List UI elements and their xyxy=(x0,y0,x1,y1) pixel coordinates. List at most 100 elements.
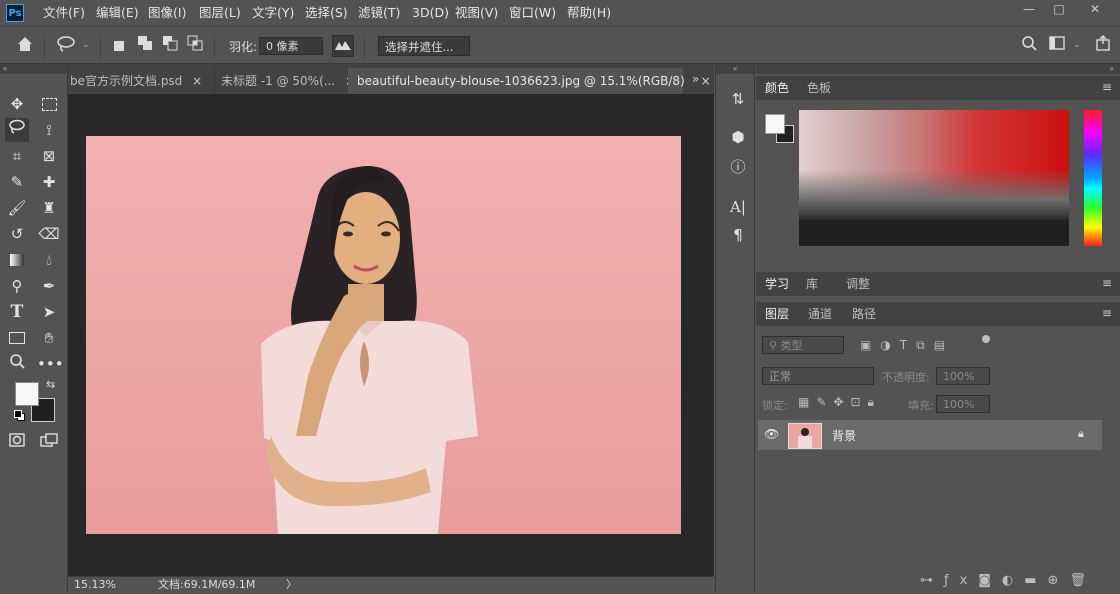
tab-untitled[interactable]: 未标题 -1 @ 50%(... × xyxy=(214,68,355,94)
quick-selection-tool-icon[interactable]: ⟟ xyxy=(37,118,61,142)
paragraph-icon[interactable]: ¶ xyxy=(727,224,749,246)
new-layer-icon: ⊕ xyxy=(1047,573,1070,588)
workspace-icon[interactable] xyxy=(1046,35,1068,57)
path-selection-tool-icon[interactable]: ➤ xyxy=(37,300,61,324)
default-colors-icon[interactable] xyxy=(14,410,25,421)
layer-filter-icons[interactable]: ▣◑T⧉▤ xyxy=(860,338,954,353)
menu-select[interactable]: 选择(S) xyxy=(305,4,348,22)
search-icon: ⚲ xyxy=(769,339,778,352)
frame-tool-icon[interactable]: ⊠ xyxy=(37,144,61,168)
document-image[interactable] xyxy=(86,136,681,534)
lasso-tool-preset-icon[interactable] xyxy=(56,35,78,57)
hand-tool-icon[interactable]: ✋︎ xyxy=(37,326,61,350)
zoom-level[interactable]: 15.13% xyxy=(74,577,116,593)
tab-libraries[interactable]: 库 xyxy=(806,273,818,295)
panel-menu-icon[interactable]: ≡ xyxy=(1102,306,1112,320)
screen-mode-icon[interactable] xyxy=(37,430,61,454)
menu-3d[interactable]: 3D(D) xyxy=(412,4,449,22)
tab-overflow-icon[interactable]: » xyxy=(692,72,699,86)
tab-color[interactable]: 颜色 xyxy=(765,77,789,99)
menu-edit[interactable]: 编辑(E) xyxy=(96,4,139,22)
type-tool-icon[interactable]: T xyxy=(5,300,29,324)
dodge-tool-icon[interactable]: ⚲ xyxy=(5,274,29,298)
menu-help[interactable]: 帮助(H) xyxy=(567,4,611,22)
brush-tool-icon[interactable]: 🖌︎ xyxy=(5,196,29,220)
collapse-icon[interactable]: « xyxy=(0,64,67,74)
layer-name[interactable]: 背景 xyxy=(832,427,856,444)
layer-filter-select[interactable]: ⚲ 类型 xyxy=(762,336,844,354)
fill-input[interactable]: 100% xyxy=(936,395,990,413)
subtract-selection-icon[interactable] xyxy=(159,35,181,57)
menu-filter[interactable]: 滤镜(T) xyxy=(358,4,400,22)
more-tools-icon[interactable]: ••• xyxy=(37,352,64,376)
character-icon[interactable]: A| xyxy=(727,196,749,218)
eraser-tool-icon[interactable]: ⌫ xyxy=(37,222,61,246)
close-window-button[interactable]: ✕ xyxy=(1080,2,1110,16)
lock-icon[interactable]: 🔒︎ xyxy=(1078,427,1084,441)
feather-input[interactable]: 0 像素 xyxy=(259,37,323,55)
gradient-tool-icon[interactable] xyxy=(5,248,29,272)
color-spectrum[interactable] xyxy=(799,110,1069,246)
lock-icons[interactable]: ▦✎✥⊡🔒︎ xyxy=(798,395,881,410)
marquee-tool-icon[interactable] xyxy=(37,92,61,116)
tab-document-psd[interactable]: be官方示例文档.psd × xyxy=(68,68,214,94)
collapse-icon[interactable]: « xyxy=(716,64,754,74)
tab-beauty-blouse-jpg[interactable]: beautiful-beauty-blouse-1036623.jpg @ 15… xyxy=(348,68,711,94)
share-icon[interactable] xyxy=(1092,35,1114,57)
3d-icon[interactable]: ⬢ xyxy=(727,126,749,148)
history-icon[interactable]: ⇅ xyxy=(727,88,749,110)
panel-menu-icon[interactable]: ≡ xyxy=(1102,276,1112,290)
collapse-icon[interactable]: » xyxy=(756,64,1120,74)
panel-menu-icon[interactable]: ≡ xyxy=(1102,80,1112,94)
select-and-mask-button[interactable]: 选择并遮住... xyxy=(378,36,470,56)
tab-channels[interactable]: 通道 xyxy=(808,303,832,325)
eyedropper-tool-icon[interactable]: ✎ xyxy=(5,170,29,194)
chevron-down-icon[interactable]: ⌄ xyxy=(1073,40,1081,50)
menu-view[interactable]: 视图(V) xyxy=(455,4,498,22)
status-menu-arrow[interactable]: 〉 xyxy=(286,577,297,593)
rectangle-tool-icon[interactable] xyxy=(5,326,29,350)
tab-layers[interactable]: 图层 xyxy=(765,303,789,325)
crop-tool-icon[interactable]: ⌗ xyxy=(5,144,29,168)
minimize-button[interactable]: — xyxy=(1014,2,1044,16)
add-selection-icon[interactable] xyxy=(134,35,156,57)
layer-actions[interactable]: ⊶ƒx◙◐▬⊕🗑︎ xyxy=(920,573,1097,588)
tab-paths[interactable]: 路径 xyxy=(852,303,876,325)
eye-icon[interactable]: 👁︎ xyxy=(764,427,779,441)
quick-mask-icon[interactable] xyxy=(5,430,29,454)
intersect-selection-icon[interactable] xyxy=(184,35,206,57)
blur-tool-icon[interactable]: 💧︎ xyxy=(37,248,61,272)
close-icon[interactable]: × xyxy=(701,74,711,88)
move-tool-icon[interactable]: ✥ xyxy=(5,92,29,116)
restore-button[interactable]: □ xyxy=(1044,2,1074,16)
tab-swatches[interactable]: 色板 xyxy=(807,77,831,99)
document-tabs: be官方示例文档.psd × 未标题 -1 @ 50%(... × beauti… xyxy=(68,64,714,94)
new-selection-icon[interactable] xyxy=(108,35,130,57)
pen-tool-icon[interactable]: ✒ xyxy=(37,274,61,298)
menu-type[interactable]: 文字(Y) xyxy=(252,4,294,22)
opacity-input[interactable]: 100% xyxy=(936,367,990,385)
zoom-tool-icon[interactable] xyxy=(5,352,29,376)
tab-adjustments[interactable]: 调整 xyxy=(846,273,870,295)
blend-mode-select[interactable]: 正常 xyxy=(762,367,874,385)
layer-row[interactable]: 👁︎ 背景 🔒︎ xyxy=(758,420,1102,450)
healing-brush-tool-icon[interactable]: ✚ xyxy=(37,170,61,194)
menu-layer[interactable]: 图层(L) xyxy=(199,4,241,22)
home-icon[interactable] xyxy=(14,35,36,57)
search-icon[interactable] xyxy=(1018,35,1040,57)
menu-image[interactable]: 图像(I) xyxy=(148,4,186,22)
menu-file[interactable]: 文件(F) xyxy=(43,4,85,22)
filter-toggle-icon[interactable] xyxy=(982,335,990,343)
tab-learn[interactable]: 学习 xyxy=(765,273,789,295)
foreground-color-swatch[interactable] xyxy=(15,382,39,406)
history-brush-tool-icon[interactable]: ↺ xyxy=(5,222,29,246)
swap-colors-icon[interactable]: ⇆ xyxy=(46,378,55,391)
hue-slider[interactable] xyxy=(1084,110,1102,246)
chevron-down-icon[interactable]: ⌄ xyxy=(82,40,90,50)
clone-stamp-tool-icon[interactable]: ♜ xyxy=(37,196,61,220)
menu-window[interactable]: 窗口(W) xyxy=(509,4,556,22)
close-icon[interactable]: × xyxy=(192,74,202,88)
anti-alias-icon[interactable] xyxy=(332,35,354,57)
info-icon[interactable]: ⓘ xyxy=(727,156,749,178)
lasso-tool-icon[interactable] xyxy=(5,118,29,142)
